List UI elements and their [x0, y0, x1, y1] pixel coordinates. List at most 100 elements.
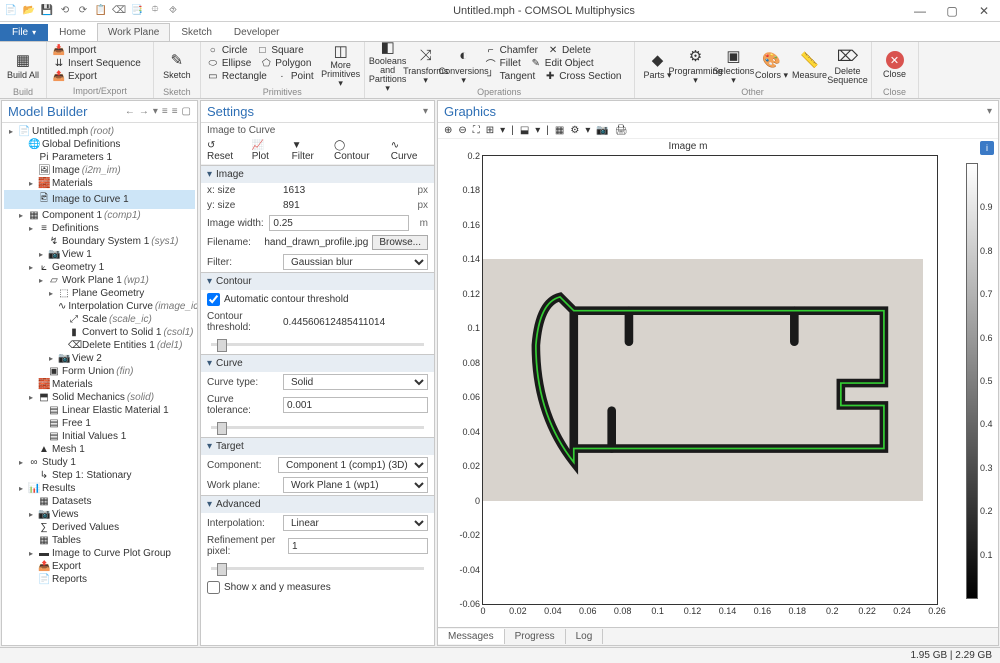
bottom-tab[interactable]: Messages [438, 629, 505, 644]
interp-select[interactable]: Linear [283, 515, 428, 531]
section-contour[interactable]: ▾ Contour [201, 273, 434, 290]
tree-node[interactable]: 🖼Image (i2m_im) [4, 164, 195, 177]
qat-button[interactable]: ⟳ [76, 4, 90, 18]
graphics-tool[interactable]: 📷 [596, 125, 608, 136]
graphics-min[interactable]: ▾ [987, 106, 992, 117]
ribbon-small-button[interactable]: Point [291, 71, 314, 82]
refine-slider[interactable] [211, 567, 424, 570]
ribbon-button[interactable]: ✕Close [878, 44, 912, 86]
tree-node[interactable]: ▸▦Component 1 (comp1) [4, 209, 195, 222]
settings-tool[interactable]: ∿ Curve [391, 140, 428, 162]
tree-node[interactable]: ↯Boundary System 1 (sys1) [4, 235, 195, 248]
refine-input[interactable] [288, 538, 428, 554]
tree-node[interactable]: ▮Convert to Solid 1 (csol1) [4, 326, 195, 339]
qat-button[interactable]: 📋 [94, 4, 108, 18]
tree-node[interactable]: ▸📷Views [4, 508, 195, 521]
ribbon-small-button[interactable]: Fillet [500, 58, 521, 69]
ribbon-button[interactable]: ⌦Delete Sequence [831, 44, 865, 86]
settings-tool[interactable]: ◯ Contour [334, 140, 383, 162]
tree-node[interactable]: ▦Datasets [4, 495, 195, 508]
browse-button[interactable]: Browse... [372, 235, 428, 250]
section-curve[interactable]: ▾ Curve [201, 355, 434, 372]
ribbon-button[interactable]: ⤨Transforms ▾ [409, 44, 443, 86]
mb-tool[interactable]: ▾ [153, 106, 158, 117]
tree-node[interactable]: ▦Tables [4, 534, 195, 547]
graphics-tool[interactable]: ⊕ [444, 125, 452, 136]
mb-tool[interactable]: ≡ [162, 106, 168, 117]
ribbon-button[interactable]: ▦Build All [6, 44, 40, 86]
workplane-select[interactable]: Work Plane 1 (wp1) [283, 477, 428, 493]
ribbon-small-button[interactable]: Square [271, 45, 303, 56]
bottom-tab[interactable]: Progress [505, 629, 566, 644]
qat-button[interactable]: 📑 [130, 4, 144, 18]
curve-type-select[interactable]: Solid [283, 374, 428, 390]
threshold-slider[interactable] [211, 343, 424, 346]
tree-node[interactable]: ⌫Delete Entities 1 (del1) [4, 339, 195, 352]
tree-node[interactable]: ▸🧱Materials [4, 177, 195, 190]
ribbon-button[interactable]: ▣Selections ▾ [717, 44, 751, 86]
ribbon-button[interactable]: ⚙Programming ▾ [679, 44, 713, 86]
qat-button[interactable]: ⯐ [148, 4, 162, 18]
ribbon-small-button[interactable]: Edit Object [545, 58, 594, 69]
tree-node[interactable]: ▲Mesh 1 [4, 443, 195, 456]
mb-tool[interactable]: ≡ [172, 106, 178, 117]
ribbon-small-button[interactable]: Rectangle [222, 71, 267, 82]
tree-node[interactable]: 🖻Image to Curve 1 [4, 190, 195, 209]
settings-tool[interactable]: 📈 Plot [252, 140, 284, 162]
show-xy-checkbox[interactable] [207, 581, 220, 594]
filter-select[interactable]: Gaussian blur [283, 254, 428, 270]
tree-node[interactable]: ▤Linear Elastic Material 1 [4, 404, 195, 417]
ribbon-button[interactable]: 🎨Colors ▾ [755, 44, 789, 86]
tree-node[interactable]: 📄Reports [4, 573, 195, 586]
graphics-tool[interactable]: ▦ [555, 125, 564, 136]
ribbon-button[interactable]: ◫More Primitives ▾ [324, 44, 358, 86]
info-icon[interactable]: i [980, 141, 994, 155]
ribbon-tab[interactable]: Work Plane [97, 23, 171, 41]
graphics-tool[interactable]: ▾ [535, 125, 540, 136]
ribbon-button[interactable]: 📏Measure [793, 44, 827, 86]
maximize-button[interactable]: ▢ [940, 4, 964, 18]
ribbon-tab[interactable]: Home [48, 23, 97, 41]
mb-tool[interactable]: ▢ [182, 106, 191, 117]
section-target[interactable]: ▾ Target [201, 438, 434, 455]
settings-tool[interactable]: ↺ Reset [207, 140, 244, 162]
image-width-input[interactable] [269, 215, 409, 231]
tree-node[interactable]: ▤Initial Values 1 [4, 430, 195, 443]
ribbon-button[interactable]: ✎Sketch [160, 44, 194, 86]
ribbon-small-button[interactable]: Ellipse [222, 58, 251, 69]
qat-button[interactable]: 💾 [40, 4, 54, 18]
qat-button[interactable]: ⯑ [166, 4, 180, 18]
component-select[interactable]: Component 1 (comp1) (3D) [278, 457, 428, 473]
tree-node[interactable]: ▸📷View 1 [4, 248, 195, 261]
ribbon-tab[interactable]: Sketch [170, 23, 223, 41]
auto-threshold-checkbox[interactable] [207, 293, 220, 306]
tree-node[interactable]: PiParameters 1 [4, 151, 195, 164]
ribbon-small-button[interactable]: Insert Sequence [68, 58, 141, 69]
tree-node[interactable]: ⤢Scale (scale_ic) [4, 313, 195, 326]
tree-node[interactable]: ▸📄Untitled.mph (root) [4, 125, 195, 138]
tree-node[interactable]: ▸⬚Plane Geometry [4, 287, 195, 300]
section-image[interactable]: ▾ Image [201, 166, 434, 183]
ribbon-button[interactable]: ◐Conversions ▾ [447, 44, 481, 86]
qat-button[interactable]: ⟲ [58, 4, 72, 18]
tree-node[interactable]: ▸⟀Geometry 1 [4, 261, 195, 274]
tree-node[interactable]: ▸⬒Solid Mechanics (solid) [4, 391, 195, 404]
ribbon-small-button[interactable]: Tangent [500, 71, 536, 82]
tree-node[interactable]: ▤Free 1 [4, 417, 195, 430]
graphics-tool[interactable]: ▾ [585, 125, 590, 136]
tree-node[interactable]: ↳Step 1: Stationary [4, 469, 195, 482]
ribbon-small-button[interactable]: Delete [562, 45, 591, 56]
minimize-button[interactable]: — [908, 4, 932, 18]
plot-area[interactable]: Image m i -0.06-0.04-0.0200.020.040.060.… [438, 139, 998, 627]
settings-help[interactable]: ▾ [423, 106, 428, 117]
ribbon-small-button[interactable]: Polygon [275, 58, 311, 69]
tree-node[interactable]: ▸▱Work Plane 1 (wp1) [4, 274, 195, 287]
tree-node[interactable]: ∿Interpolation Curve (image_ic) [4, 300, 195, 313]
tree-node[interactable]: ▸📷View 2 [4, 352, 195, 365]
graphics-tool[interactable]: ⊞ [486, 125, 494, 136]
tree-node[interactable]: ▸∞Study 1 [4, 456, 195, 469]
ribbon-small-button[interactable]: Chamfer [500, 45, 538, 56]
file-menu-button[interactable]: File [0, 24, 48, 41]
close-window-button[interactable]: ✕ [972, 4, 996, 18]
mb-tool[interactable]: ← [125, 106, 135, 117]
